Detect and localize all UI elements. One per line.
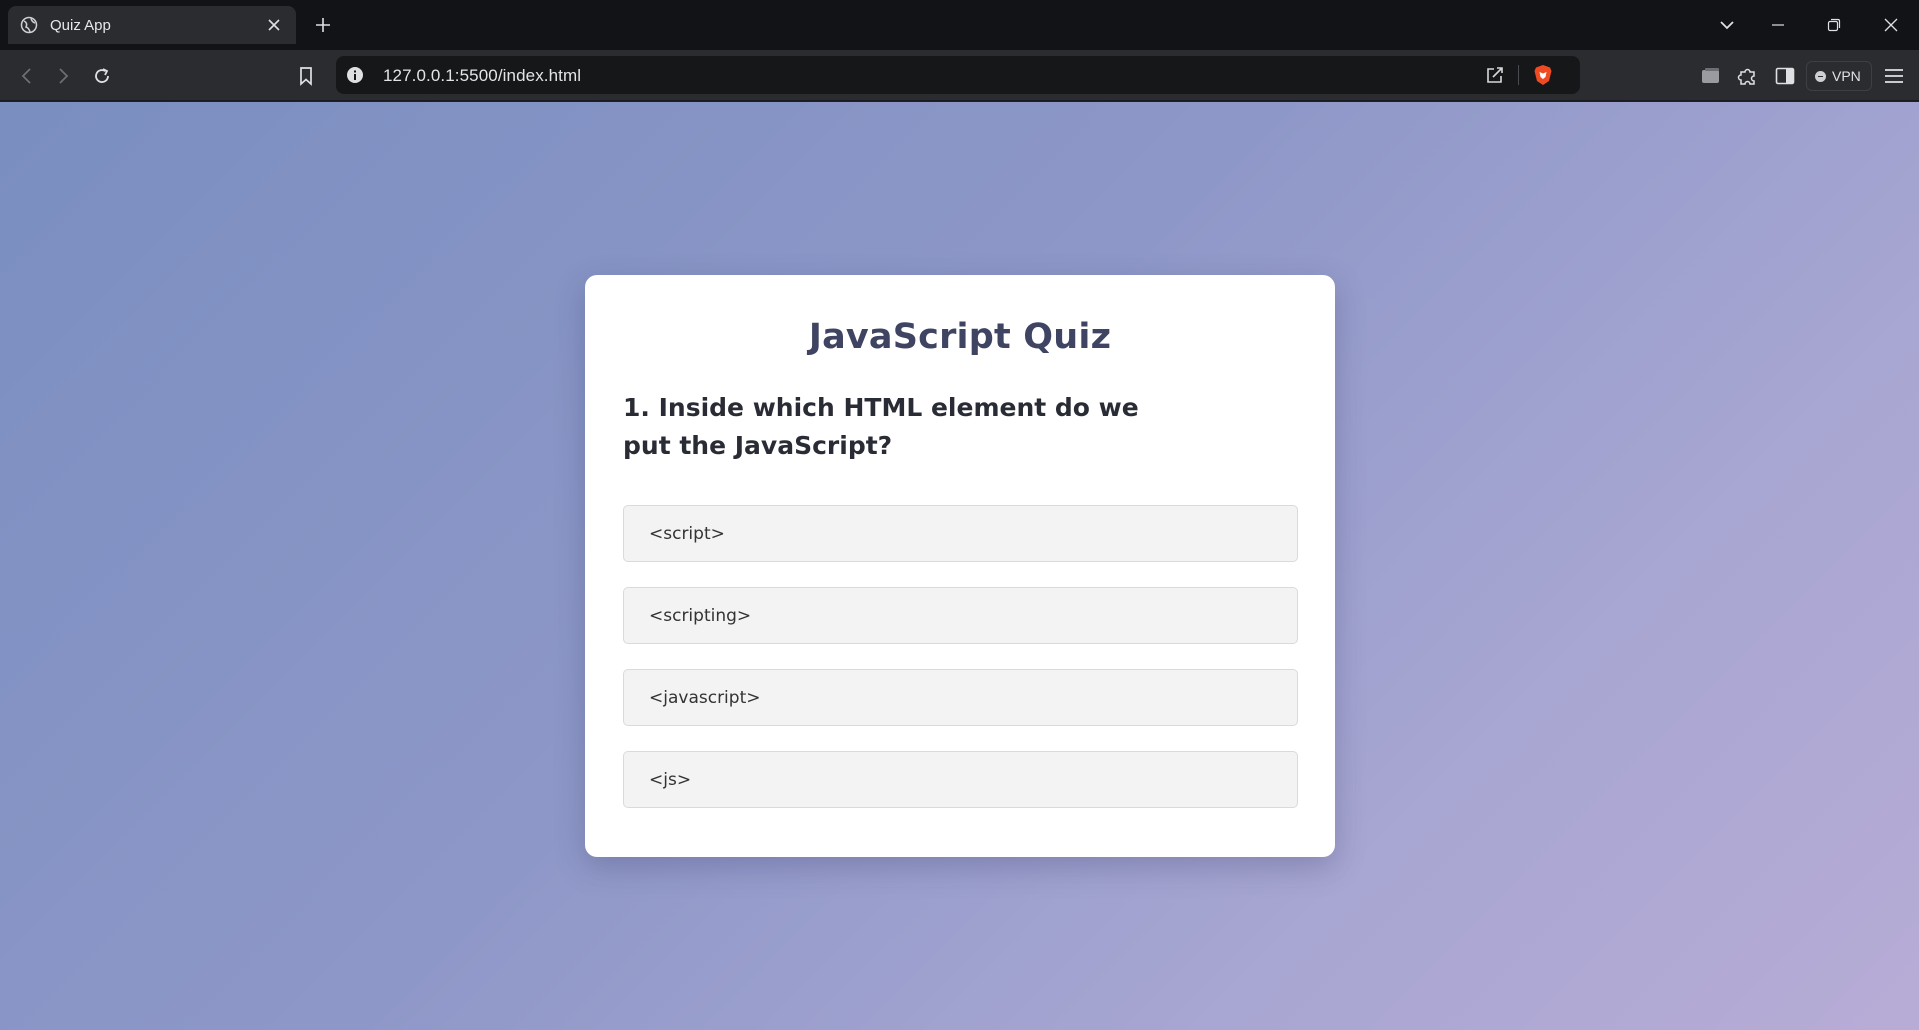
- vpn-label: VPN: [1832, 68, 1861, 84]
- minimize-icon[interactable]: [1764, 12, 1792, 38]
- new-tab-icon[interactable]: [310, 12, 336, 38]
- globe-icon: [20, 16, 38, 34]
- menu-hamburger-icon[interactable]: [1881, 63, 1907, 89]
- address-bar[interactable]: 127.0.0.1:5500/index.html: [336, 56, 1580, 94]
- vpn-status-icon: [1815, 70, 1826, 82]
- close-tab-icon[interactable]: [264, 15, 284, 35]
- answer-option[interactable]: <javascript>: [623, 669, 1298, 726]
- quiz-card: JavaScript Quiz 1. Inside which HTML ele…: [585, 275, 1335, 857]
- answer-option[interactable]: <scripting>: [623, 587, 1298, 644]
- site-info-icon[interactable]: [346, 66, 364, 84]
- wallet-icon[interactable]: [1698, 63, 1724, 89]
- forward-icon[interactable]: [50, 63, 76, 89]
- address-bar-divider: [1518, 65, 1519, 85]
- browser-toolbar: 127.0.0.1:5500/index.html VPN: [0, 50, 1919, 101]
- answer-option[interactable]: <script>: [623, 505, 1298, 562]
- vpn-button[interactable]: VPN: [1806, 61, 1872, 91]
- close-window-icon[interactable]: [1877, 12, 1905, 38]
- bookmark-icon[interactable]: [293, 63, 319, 89]
- extensions-puzzle-icon[interactable]: [1735, 63, 1761, 89]
- quiz-title: JavaScript Quiz: [808, 317, 1112, 357]
- tab-search-chevron-icon[interactable]: [1713, 12, 1741, 38]
- url-text[interactable]: 127.0.0.1:5500/index.html: [383, 66, 581, 86]
- answer-option[interactable]: <js>: [623, 751, 1298, 808]
- share-icon[interactable]: [1484, 64, 1506, 86]
- restore-icon[interactable]: [1820, 12, 1848, 38]
- tab-strip: Quiz App: [0, 0, 1919, 50]
- brave-shields-icon[interactable]: [1531, 63, 1555, 87]
- page-background: JavaScript Quiz 1. Inside which HTML ele…: [0, 102, 1919, 1030]
- tab-quiz-app[interactable]: Quiz App: [8, 6, 296, 44]
- reload-icon[interactable]: [89, 63, 115, 89]
- back-icon[interactable]: [14, 63, 40, 89]
- question-text: 1. Inside which HTML element do we put t…: [623, 393, 1139, 460]
- sidebar-icon[interactable]: [1772, 63, 1798, 89]
- tab-title: Quiz App: [50, 16, 111, 34]
